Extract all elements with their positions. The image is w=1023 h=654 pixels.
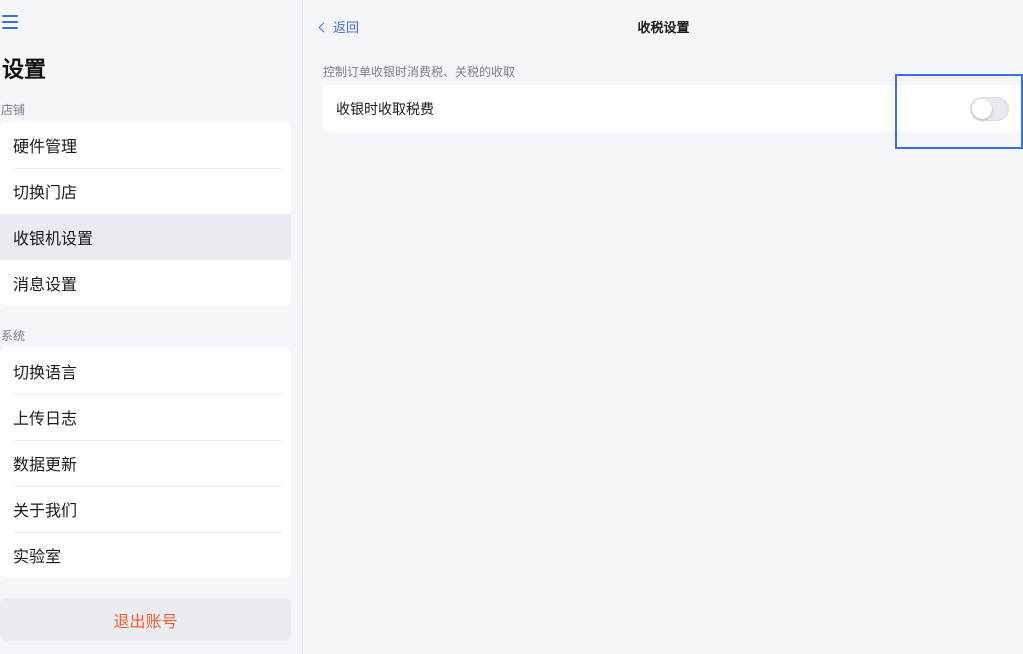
toggle-knob xyxy=(972,99,992,119)
logout-button[interactable]: 退出账号 xyxy=(0,598,291,641)
sidebar-item-lab[interactable]: 实验室 xyxy=(0,532,291,578)
sidebar: 设置 店铺 硬件管理 切换门店 收银机设置 消息设置 系统 切换语言 上传日志 … xyxy=(0,0,303,654)
sidebar-item-data-update[interactable]: 数据更新 xyxy=(0,440,291,486)
setting-description: 控制订单收银时消费税、关税的收取 xyxy=(323,65,516,79)
sidebar-item-upload-log[interactable]: 上传日志 xyxy=(0,394,291,440)
sidebar-item-label: 收银机设置 xyxy=(13,229,94,248)
tax-toggle-switch[interactable] xyxy=(970,97,1009,121)
hamburger-menu-icon[interactable] xyxy=(2,15,18,29)
sidebar-item-cashier-settings[interactable]: 收银机设置 xyxy=(0,214,291,260)
sidebar-item-hardware[interactable]: 硬件管理 xyxy=(0,122,291,168)
sidebar-item-label: 切换语言 xyxy=(13,363,78,382)
sidebar-item-about[interactable]: 关于我们 xyxy=(0,486,291,532)
sidebar-item-label: 消息设置 xyxy=(13,275,78,294)
sidebar-item-label: 切换门店 xyxy=(13,183,78,202)
sidebar-item-label: 硬件管理 xyxy=(13,137,78,156)
section-label-system: 系统 xyxy=(1,329,26,343)
tax-setting-row: 收银时收取税费 xyxy=(323,85,1023,132)
system-settings-group: 切换语言 上传日志 数据更新 关于我们 实验室 xyxy=(0,348,291,578)
sidebar-item-switch-store[interactable]: 切换门店 xyxy=(0,168,291,214)
sidebar-item-label: 关于我们 xyxy=(13,501,78,520)
sidebar-item-message-settings[interactable]: 消息设置 xyxy=(0,260,291,306)
page-title: 设置 xyxy=(2,58,47,83)
main-panel: 返回 收税设置 控制订单收银时消费税、关税的收取 收银时收取税费 xyxy=(304,0,1023,654)
sidebar-item-language[interactable]: 切换语言 xyxy=(0,348,291,394)
sidebar-item-label: 实验室 xyxy=(13,547,62,566)
setting-label: 收银时收取税费 xyxy=(336,101,434,118)
section-label-store: 店铺 xyxy=(1,103,26,117)
store-settings-group: 硬件管理 切换门店 收银机设置 消息设置 xyxy=(0,122,291,306)
sidebar-item-label: 数据更新 xyxy=(13,455,78,474)
sidebar-item-label: 上传日志 xyxy=(13,409,78,428)
header-title: 收税设置 xyxy=(637,21,690,36)
